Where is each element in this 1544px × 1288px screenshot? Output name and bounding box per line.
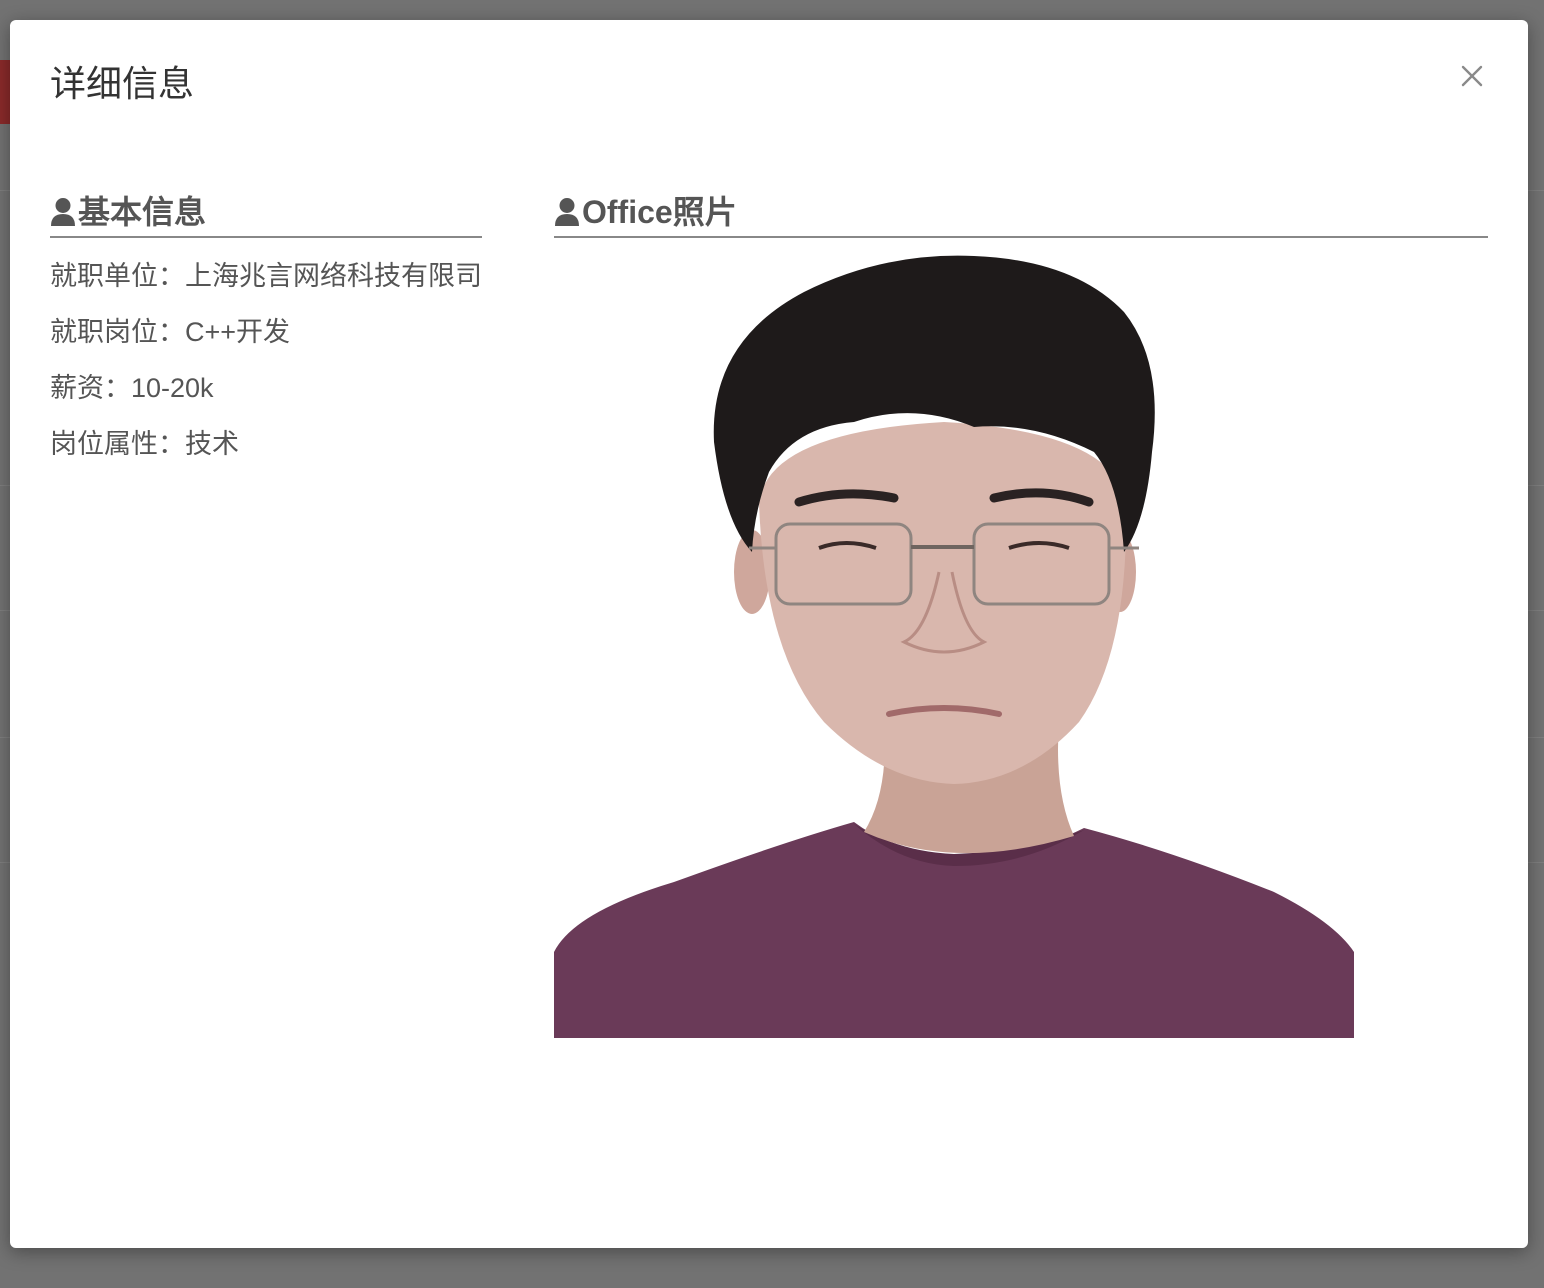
background-divider xyxy=(0,485,10,486)
background-divider xyxy=(0,610,10,611)
info-value: 技术 xyxy=(185,429,239,459)
photo-section: Office照片 xyxy=(554,190,1488,1038)
background-divider xyxy=(1528,485,1544,486)
modal-title: 详细信息 xyxy=(50,63,195,104)
background-red-tab xyxy=(0,60,10,124)
user-icon xyxy=(51,198,75,226)
background-divider xyxy=(0,737,10,738)
office-photo xyxy=(554,252,1354,1038)
background-divider xyxy=(0,862,10,863)
photo-title: Office照片 xyxy=(582,194,737,230)
close-icon xyxy=(1461,65,1483,87)
info-label: 就职单位： xyxy=(50,261,185,291)
user-icon xyxy=(555,198,579,226)
background-divider xyxy=(1528,610,1544,611)
detail-modal: 详细信息 基本信息 就职单位：上海兆言网络科技有限司 就职岗位：C++开发 薪资… xyxy=(10,20,1528,1248)
info-value: 上海兆言网络科技有限司 xyxy=(185,261,482,291)
background-divider xyxy=(1528,862,1544,863)
basic-info-title: 基本信息 xyxy=(78,194,207,230)
info-value: 10-20k xyxy=(131,373,214,403)
basic-info-section: 基本信息 就职单位：上海兆言网络科技有限司 就职岗位：C++开发 薪资：10-2… xyxy=(50,190,482,480)
info-value: C++开发 xyxy=(185,317,291,347)
close-button[interactable] xyxy=(1456,60,1488,92)
background-divider xyxy=(0,190,10,191)
info-item-job-type: 岗位属性：技术 xyxy=(50,424,482,464)
info-item-position: 就职岗位：C++开发 xyxy=(50,312,482,352)
background-divider xyxy=(1528,737,1544,738)
background-divider xyxy=(1528,190,1544,191)
info-item-company: 就职单位：上海兆言网络科技有限司 xyxy=(50,256,482,296)
info-label: 岗位属性： xyxy=(50,429,185,459)
info-label: 薪资： xyxy=(50,373,131,403)
basic-info-header: 基本信息 xyxy=(50,190,482,238)
info-label: 就职岗位： xyxy=(50,317,185,347)
info-item-salary: 薪资：10-20k xyxy=(50,368,482,408)
photo-header: Office照片 xyxy=(554,190,1488,238)
info-list: 就职单位：上海兆言网络科技有限司 就职岗位：C++开发 薪资：10-20k 岗位… xyxy=(50,256,482,464)
